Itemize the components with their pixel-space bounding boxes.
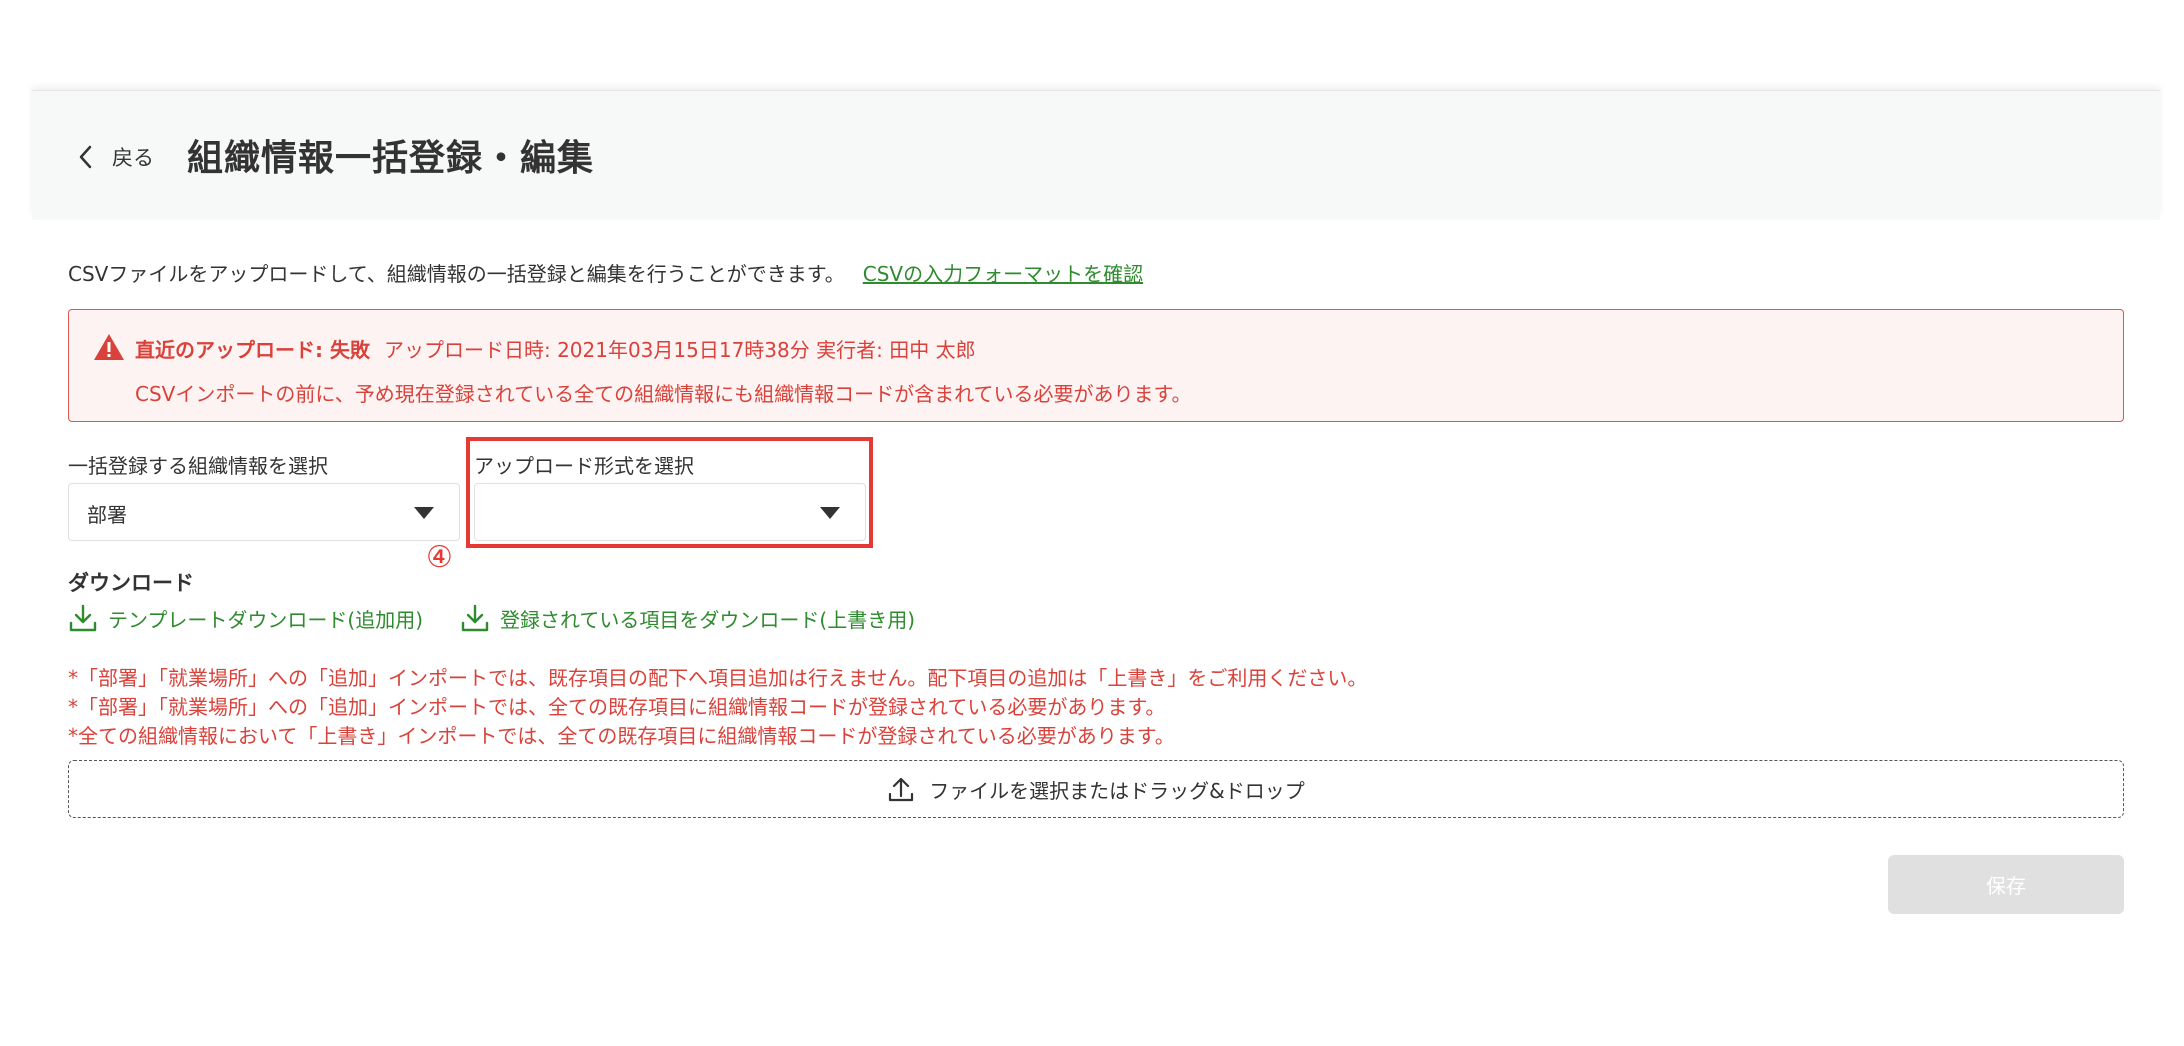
annotation-highlight <box>466 437 873 548</box>
back-button[interactable]: 戻る <box>76 137 154 177</box>
annotation-marker: ④ <box>426 540 453 575</box>
csv-format-link[interactable]: CSVの入力フォーマットを確認 <box>863 258 1143 287</box>
note-item: *「部署」「就業場所」への「追加」インポートでは、全ての既存項目に組織情報コード… <box>68 695 1166 719</box>
file-dropzone[interactable]: ファイルを選択またはドラッグ&ドロップ <box>68 760 2124 818</box>
upload-error-alert: 直近のアップロード: 失敗 アップロード日時: 2021年03月15日17時38… <box>68 309 2124 422</box>
intro-description: CSVファイルをアップロードして、組織情報の一括登録と編集を行うことができます。 <box>68 262 845 286</box>
upload-icon <box>889 777 914 802</box>
download-icon <box>461 604 489 632</box>
save-button[interactable]: 保存 <box>1888 855 2124 914</box>
alert-status: 直近のアップロード: 失敗 <box>135 338 370 362</box>
org-type-value: 部署 <box>87 503 127 527</box>
chevron-left-icon <box>79 145 92 169</box>
alert-meta: アップロード日時: 2021年03月15日17時38分 実行者: 田中 太郎 <box>383 338 976 362</box>
note-item: *全ての組織情報において「上書き」インポートでは、全ての既存項目に組織情報コード… <box>68 724 1175 748</box>
caret-down-icon <box>414 507 434 519</box>
back-label: 戻る <box>112 146 154 170</box>
template-download-link[interactable]: テンプレートダウンロード(追加用) <box>68 603 423 633</box>
template-download-label: テンプレートダウンロード(追加用) <box>108 607 424 632</box>
alert-message: CSVインポートの前に、予め現在登録されている全ての組織情報にも組織情報コードが… <box>135 382 1192 406</box>
page-title: 組織情報一括登録・編集 <box>187 138 595 179</box>
warning-icon <box>94 334 124 360</box>
org-type-select[interactable]: 部署 <box>68 483 460 541</box>
page-header: 戻る 組織情報一括登録・編集 <box>32 90 2160 220</box>
download-title: ダウンロード <box>68 571 194 595</box>
page: 戻る 組織情報一括登録・編集 CSVファイルをアップロードして、組織情報の一括登… <box>0 0 2184 1046</box>
download-icon <box>69 604 97 632</box>
existing-download-label: 登録されている項目をダウンロード(上書き用) <box>500 607 916 632</box>
org-type-label: 一括登録する組織情報を選択 <box>68 454 328 478</box>
intro-text: CSVファイルをアップロードして、組織情報の一括登録と編集を行うことができます。… <box>68 258 1143 287</box>
note-item: *「部署」「就業場所」への「追加」インポートでは、既存項目の配下へ項目追加は行え… <box>68 666 1368 690</box>
existing-download-link[interactable]: 登録されている項目をダウンロード(上書き用) <box>460 603 915 633</box>
dropzone-label: ファイルを選択またはドラッグ&ドロップ <box>929 778 1305 803</box>
